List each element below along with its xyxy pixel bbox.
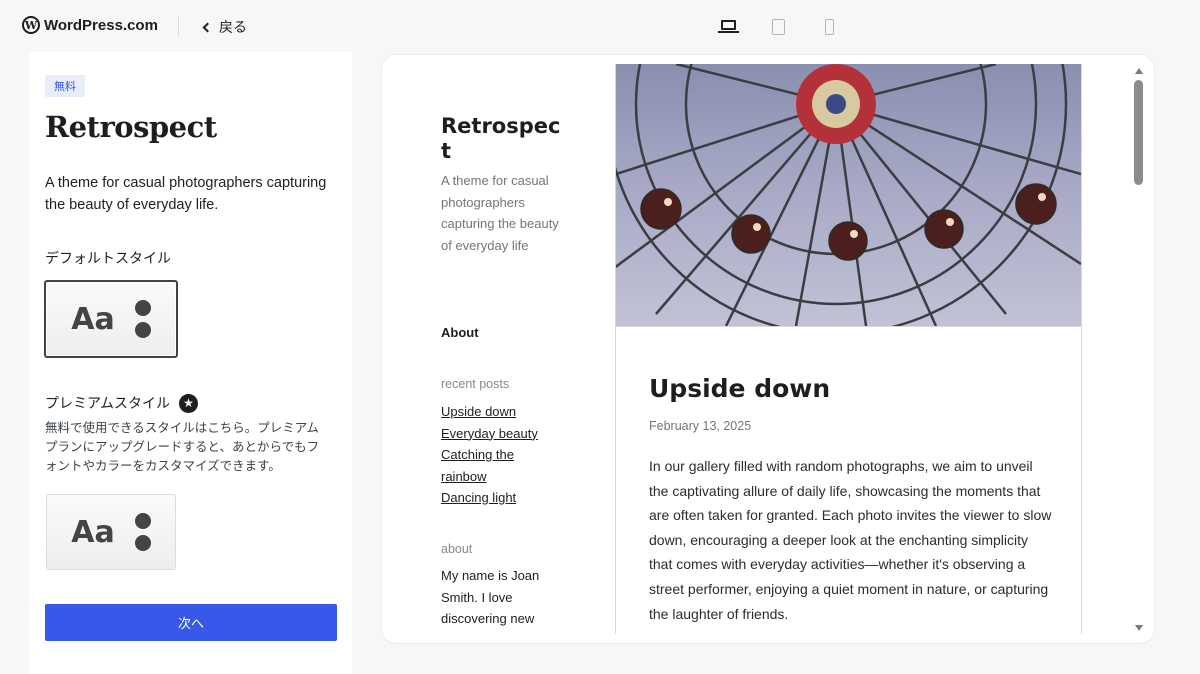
recent-posts-heading: recent posts bbox=[441, 377, 510, 391]
logo-text: WordPress.com bbox=[44, 16, 158, 34]
theme-preview[interactable]: Retrospect A theme for casual photograph… bbox=[391, 64, 1133, 634]
next-button[interactable]: 次へ bbox=[45, 604, 337, 641]
nav-about-link[interactable]: About bbox=[441, 325, 479, 340]
laptop-icon[interactable] bbox=[718, 18, 740, 36]
about-heading: about bbox=[441, 542, 473, 556]
chevron-left-icon bbox=[202, 22, 213, 33]
recent-post-link[interactable]: Dancing light bbox=[441, 487, 561, 509]
topbar-divider bbox=[178, 16, 179, 36]
recent-posts-list: Upside down Everyday beauty Catching the… bbox=[441, 401, 561, 509]
post-body: In our gallery filled with random photog… bbox=[649, 458, 1052, 622]
scroll-thumb[interactable] bbox=[1134, 80, 1143, 185]
preview-scrollbar[interactable] bbox=[1133, 64, 1145, 634]
phone-icon[interactable] bbox=[818, 18, 840, 36]
device-switcher bbox=[718, 18, 840, 36]
post-date: February 13, 2025 bbox=[649, 419, 752, 433]
style-sample-text: Aa bbox=[71, 301, 115, 337]
recent-post-link[interactable]: Upside down bbox=[441, 401, 561, 423]
premium-style-text: プレミアムスタイル bbox=[45, 395, 171, 411]
site-tagline: A theme for casual photographers capturi… bbox=[441, 173, 559, 253]
premium-description: 無料で使用できるスタイルはこちら。プレミアムプランにアップグレードすると、あとか… bbox=[45, 421, 320, 473]
back-button[interactable]: 戻る bbox=[202, 17, 247, 37]
post-title[interactable]: Upside down bbox=[649, 374, 830, 403]
scroll-down-icon[interactable] bbox=[1135, 625, 1143, 631]
star-icon: ★ bbox=[179, 393, 199, 413]
style-color-dots bbox=[134, 300, 151, 338]
top-bar: W WordPress.com 戻る bbox=[0, 0, 1200, 52]
recent-post-link[interactable]: Everyday beauty bbox=[441, 423, 561, 445]
premium-style-card[interactable]: Aa bbox=[46, 494, 176, 570]
style-sample-text: Aa bbox=[71, 514, 115, 550]
about-text: My name is Joan Smith. I love discoverin… bbox=[441, 568, 540, 626]
style-color-dots bbox=[134, 513, 151, 551]
column-divider bbox=[1081, 64, 1082, 634]
scroll-up-icon[interactable] bbox=[1135, 68, 1143, 74]
site-title[interactable]: Retrospect bbox=[441, 114, 566, 164]
tablet-icon[interactable] bbox=[768, 18, 790, 36]
hero-divider bbox=[616, 326, 1081, 327]
ferris-wheel-illustration bbox=[616, 64, 1081, 326]
recent-post-link[interactable]: Catching the rainbow bbox=[441, 444, 561, 487]
theme-title: Retrospect bbox=[45, 110, 217, 144]
wordpress-logo[interactable]: W WordPress.com bbox=[22, 16, 158, 34]
default-style-card[interactable]: Aa bbox=[44, 280, 178, 358]
back-label: 戻る bbox=[219, 19, 247, 35]
hero-image-ferris-wheel bbox=[616, 64, 1081, 326]
wordpress-icon: W bbox=[22, 16, 40, 34]
premium-style-label: プレミアムスタイル ★ bbox=[45, 393, 199, 413]
default-style-label: デフォルトスタイル bbox=[45, 250, 171, 266]
free-badge: 無料 bbox=[45, 75, 85, 97]
theme-description: A theme for casual photographers capturi… bbox=[45, 175, 327, 213]
